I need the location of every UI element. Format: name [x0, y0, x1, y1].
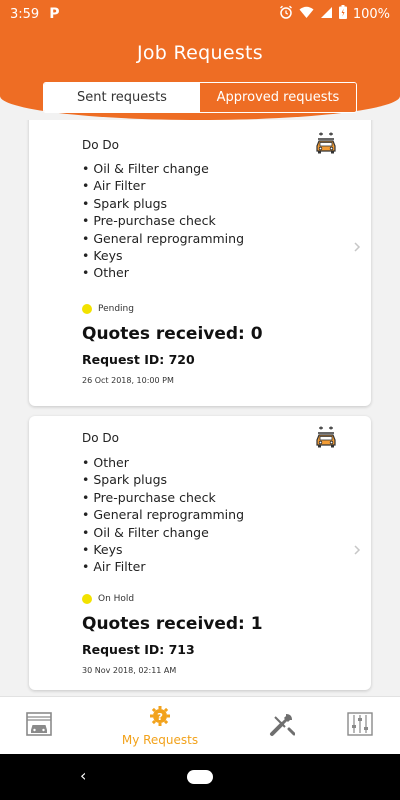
- service-item: Pre-purchase check: [82, 489, 244, 506]
- quotes-received: Quotes received: 0: [82, 324, 263, 344]
- request-type-segmented-control: Sent requests Approved requests: [43, 82, 357, 113]
- battery-icon: [338, 5, 347, 23]
- nav-my-requests-label: My Requests: [121, 733, 199, 747]
- tab-sent-requests[interactable]: Sent requests: [44, 83, 200, 112]
- app-header: Job Requests Sent requests Approved requ…: [0, 28, 400, 120]
- service-item: Spark plugs: [82, 195, 244, 212]
- status-dot: [82, 304, 92, 314]
- request-card[interactable]: Do Do Oil & Filter change Air Filter Spa…: [29, 120, 371, 406]
- service-item: Air Filter: [82, 177, 244, 194]
- system-navigation-bar: ‹: [0, 754, 400, 800]
- quotes-received: Quotes received: 1: [82, 614, 263, 634]
- page-title: Job Requests: [136, 42, 263, 64]
- service-item: Oil & Filter change: [82, 160, 244, 177]
- request-card[interactable]: Do Do Other Spark plugs Pre-purchase che…: [29, 416, 371, 690]
- svg-text:?: ?: [157, 712, 163, 723]
- battery-percent: 100%: [352, 6, 390, 22]
- service-list: Other Spark plugs Pre-purchase check Gen…: [82, 454, 244, 576]
- service-item: Keys: [82, 541, 244, 558]
- request-id: Request ID: 713: [82, 642, 195, 657]
- status-label: Pending: [98, 304, 134, 314]
- back-icon[interactable]: ‹: [80, 766, 86, 785]
- nav-my-requests[interactable]: ? My Requests: [110, 697, 210, 755]
- nav-garage[interactable]: [16, 697, 62, 755]
- service-item: Pre-purchase check: [82, 212, 244, 229]
- status-label: On Hold: [98, 594, 135, 604]
- car-service-icon: [315, 426, 337, 448]
- my-requests-icon: ?: [148, 705, 172, 731]
- request-id: Request ID: 720: [82, 352, 195, 367]
- request-date: 26 Oct 2018, 10:00 PM: [82, 376, 174, 385]
- service-item: Oil & Filter change: [82, 524, 244, 541]
- tools-icon: [269, 711, 296, 741]
- status-indicator: Pending: [82, 304, 134, 314]
- request-date: 30 Nov 2018, 02:11 AM: [82, 666, 177, 675]
- chevron-right-icon: [353, 241, 361, 253]
- request-list: Do Do Oil & Filter change Air Filter Spa…: [0, 120, 400, 696]
- garage-icon: [26, 712, 52, 740]
- nav-settings[interactable]: [340, 697, 380, 755]
- service-list: Oil & Filter change Air Filter Spark plu…: [82, 160, 244, 282]
- home-pill-icon[interactable]: [187, 770, 213, 784]
- parking-app-badge: P: [49, 6, 60, 22]
- tab-approved-requests[interactable]: Approved requests: [200, 83, 356, 112]
- service-item: Keys: [82, 247, 244, 264]
- status-bar: 3:59 P 100%: [0, 0, 400, 28]
- service-item: Other: [82, 454, 244, 471]
- car-service-icon: [315, 132, 337, 154]
- service-item: Spark plugs: [82, 471, 244, 488]
- request-title: Do Do: [82, 138, 119, 152]
- service-item: General reprogramming: [82, 230, 244, 247]
- service-item: Air Filter: [82, 558, 244, 575]
- service-item: Other: [82, 264, 244, 281]
- nav-tools[interactable]: [262, 697, 302, 755]
- bottom-navigation: ? My Requests: [0, 696, 400, 754]
- alarm-icon: [279, 5, 293, 23]
- wifi-icon: [299, 6, 314, 23]
- signal-icon: [320, 6, 333, 23]
- chevron-right-icon: [353, 544, 361, 556]
- service-item: General reprogramming: [82, 506, 244, 523]
- status-indicator: On Hold: [82, 594, 134, 604]
- status-time: 3:59: [10, 6, 40, 22]
- status-dot: [82, 594, 92, 604]
- settings-sliders-icon: [347, 712, 373, 740]
- request-title: Do Do: [82, 431, 119, 445]
